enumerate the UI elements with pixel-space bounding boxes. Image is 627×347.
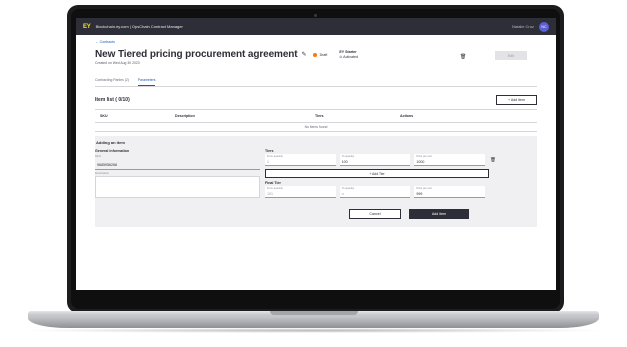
add-item-form: General information SKU 9685956268 Descr… — [95, 149, 537, 219]
description-textarea[interactable] — [95, 175, 260, 198]
cancel-button[interactable]: Cancel — [349, 209, 401, 219]
tiers-title: Tiers — [265, 149, 274, 153]
item-list-header: Item list ( 0/10) + Add item — [95, 95, 537, 105]
tier-from-quantity-label: From quantity — [267, 155, 283, 158]
final-tier-from-quantity-label: From quantity — [267, 187, 283, 190]
status-badge: Draft — [312, 52, 328, 57]
final-tier-from-quantity-field[interactable]: From quantity 101 — [265, 186, 336, 198]
final-tier-spacer — [489, 186, 497, 198]
back-to-contracts-link[interactable]: ← Contracts — [95, 40, 537, 44]
organization-info: EY Starter ⊙ Activated — [339, 50, 358, 60]
add-item-button[interactable]: + Add item — [496, 95, 537, 105]
page-title: New Tiered pricing procurement agreement — [95, 49, 298, 60]
app-screen: EY Blockchain.ey.com | OpsChain Contract… — [76, 18, 556, 290]
tab-contracting-parties[interactable]: Contracting Parties (2) — [95, 78, 129, 86]
title-row: New Tiered pricing procurement agreement… — [95, 49, 537, 60]
status-dot-icon — [312, 52, 317, 57]
status-label: Draft — [319, 52, 328, 57]
tier-price-per-unit-label: Price per unit — [416, 155, 432, 158]
pencil-icon[interactable]: ✎ — [302, 51, 307, 58]
avatar[interactable]: NC — [539, 21, 549, 32]
add-item-submit-button[interactable]: Add item — [409, 209, 469, 219]
general-information-section: General information SKU 9685956268 Descr… — [95, 149, 265, 219]
laptop-mockup: EY Blockchain.ey.com | OpsChain Contract… — [0, 0, 627, 347]
ey-logo[interactable]: EY — [83, 24, 91, 30]
final-tier-from-quantity-value: 101 — [267, 191, 273, 196]
item-list-title: Item list ( 0/10) — [95, 97, 130, 103]
sku-input[interactable]: 9685956268 — [95, 163, 265, 167]
sku-label: SKU — [95, 154, 101, 158]
delete-tier-trash-icon[interactable]: 🗑 — [489, 154, 497, 166]
final-tier-price-per-unit-label: Price per unit — [416, 187, 432, 190]
column-header-sku: SKU — [100, 114, 108, 118]
add-tier-button[interactable]: + Add Tier — [265, 169, 489, 178]
item-table: SKU Description Tiers Actions No items f… — [95, 109, 537, 132]
edit-button[interactable]: Edit — [495, 51, 527, 60]
tier-row: From quantity 1 To quantity 100 Price pe… — [265, 154, 497, 166]
organization-status: ⊙ Activated — [339, 54, 358, 59]
tab-bar: Contracting Parties (2) Parameters — [95, 78, 537, 87]
table-header-row: SKU Description Tiers Actions — [95, 110, 537, 123]
created-date: Created on Wed Aug 30 2023 — [95, 61, 140, 65]
tier-price-per-unit-field[interactable]: Price per unit 1000 — [414, 154, 486, 166]
tier-from-quantity-value: 1 — [267, 159, 269, 164]
final-tier-to-quantity-value: ∞ — [341, 191, 345, 196]
tier-from-quantity-field[interactable]: From quantity 1 — [265, 154, 336, 166]
final-tier-row: From quantity 101 To quantity ∞ Price pe… — [265, 186, 497, 198]
organization-name: EY Starter — [339, 49, 357, 54]
form-actions: Cancel Add item — [265, 209, 497, 219]
tier-to-quantity-label: To quantity — [341, 155, 355, 158]
final-tier-to-quantity-label: To quantity — [341, 187, 355, 190]
final-tier-price-per-unit-value: 999 — [416, 191, 423, 196]
column-header-tiers: Tiers — [315, 114, 324, 118]
column-header-description: Description — [175, 114, 195, 118]
final-tier-to-quantity-field[interactable]: To quantity ∞ — [339, 186, 411, 198]
laptop-base — [28, 316, 599, 328]
main-content: ← Contracts New Tiered pricing procureme… — [76, 35, 556, 227]
laptop-shadow — [18, 328, 609, 333]
add-item-panel-title: Adding an item — [96, 140, 125, 145]
sku-underline — [95, 169, 260, 170]
tier-price-per-unit-value: 1000 — [416, 159, 425, 164]
column-header-actions: Actions — [400, 114, 414, 118]
trash-icon[interactable]: 🗑 — [460, 54, 466, 60]
tier-to-quantity-value: 100 — [341, 159, 348, 164]
tiers-section: Tiers From quantity 1 To quantity 100 Pr… — [265, 149, 497, 219]
app-header: EY Blockchain.ey.com | OpsChain Contract… — [76, 18, 556, 35]
final-tier-title: Final Tier — [265, 181, 281, 185]
tier-to-quantity-field[interactable]: To quantity 100 — [339, 154, 411, 166]
tab-parameters[interactable]: Parameters — [137, 78, 156, 86]
user-menu[interactable]: Natalie Cruz NC — [511, 21, 549, 32]
final-tier-price-per-unit-field[interactable]: Price per unit 999 — [414, 186, 486, 198]
add-item-panel: Adding an item General information SKU 9… — [95, 136, 537, 227]
user-name: Natalie Cruz — [511, 24, 534, 29]
general-information-title: General information — [95, 149, 130, 153]
camera-dot — [314, 14, 317, 17]
empty-table-message: No items found — [95, 123, 537, 132]
laptop-notch — [270, 311, 358, 315]
description-label: Description — [95, 170, 109, 175]
app-title: Blockchain.ey.com | OpsChain Contract Ma… — [95, 24, 183, 29]
